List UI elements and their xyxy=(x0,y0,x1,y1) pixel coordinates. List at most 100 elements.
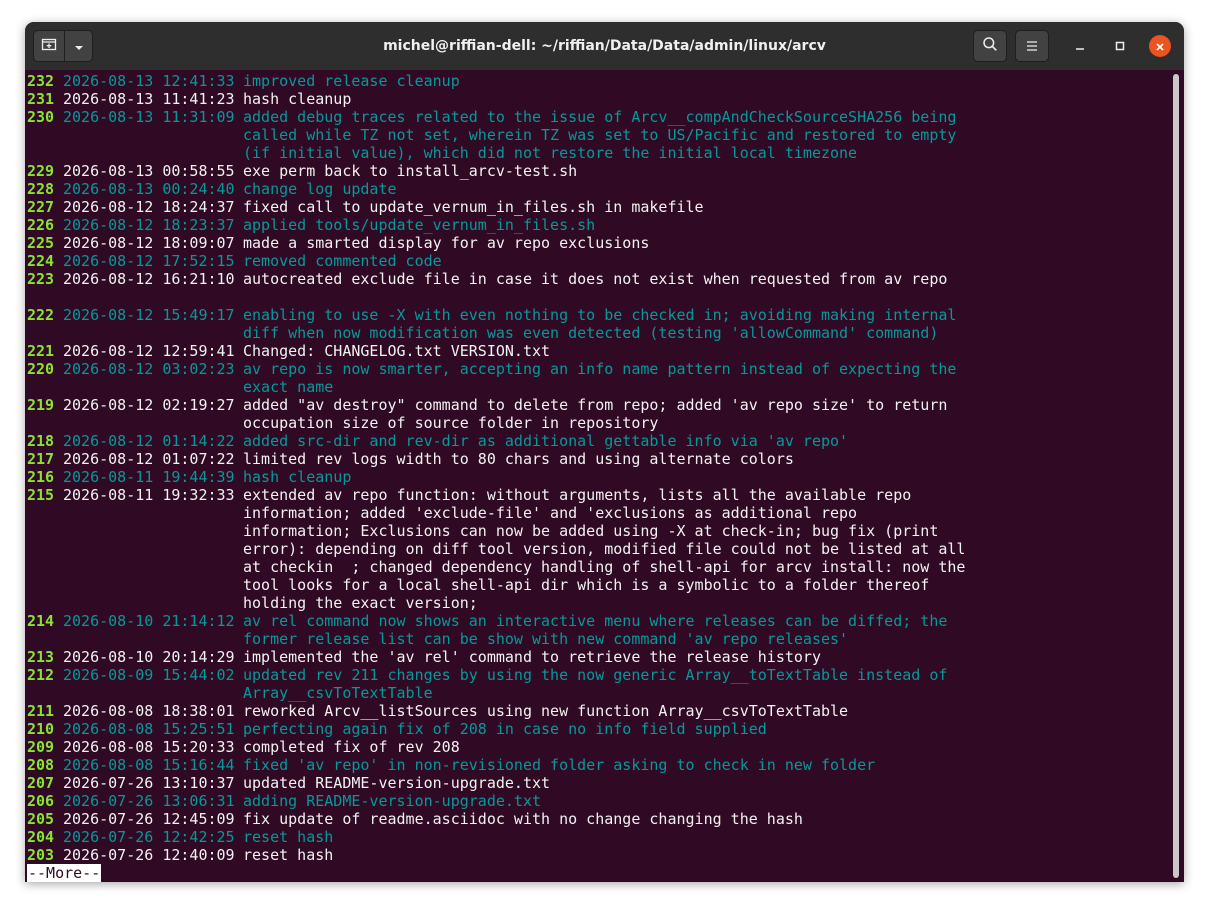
revision-date xyxy=(63,684,243,702)
revision-number: 213 xyxy=(27,648,55,666)
revision-message: added src-dir and rev-dir as additional … xyxy=(243,432,849,450)
revision-message: reworked Arcv__listSources using new fun… xyxy=(243,702,849,720)
revision-number xyxy=(27,630,63,648)
log-entry: 216 2026-08-11 19:44:39 hash cleanup xyxy=(27,468,1170,486)
revision-date: 2026-08-08 15:20:33 xyxy=(63,738,235,756)
revision-number: 225 xyxy=(27,234,55,252)
revision-number: 214 xyxy=(27,612,55,630)
terminal-output[interactable]: 232 2026-08-13 12:41:33 improved release c… xyxy=(25,70,1170,882)
log-entry: 210 2026-08-08 15:25:51 perfecting again f… xyxy=(27,720,1170,738)
revision-date: 2026-08-11 19:44:39 xyxy=(63,468,235,486)
chevron-down-icon xyxy=(73,37,85,56)
revision-number: 218 xyxy=(27,432,55,450)
revision-number: 227 xyxy=(27,198,55,216)
log-entry: 212 2026-08-09 15:44:02 updated rev 211 ch… xyxy=(27,666,1170,684)
revision-message: at checkin ; changed dependency handling… xyxy=(243,558,966,576)
tab-menu-dropdown-button[interactable] xyxy=(64,30,93,62)
revision-message: adding README-version-upgrade.txt xyxy=(243,792,542,810)
revision-message: error): depending on diff tool version, … xyxy=(243,540,966,558)
revision-date: 2026-08-08 15:25:51 xyxy=(63,720,235,738)
window-title: michel@riffian-dell: ~/riffian/Data/Data… xyxy=(383,38,826,54)
log-entry-continuation: information; Exclusions can now be added… xyxy=(27,522,1170,540)
revision-date: 2026-08-10 20:14:29 xyxy=(63,648,235,666)
revision-message: fixed 'av repo' in non-revisioned folder… xyxy=(243,756,876,774)
log-entry: 226 2026-08-12 18:23:37 applied tools/upda… xyxy=(27,216,1170,234)
maximize-icon xyxy=(1114,37,1126,56)
revision-number: 211 xyxy=(27,702,55,720)
scrollbar[interactable] xyxy=(1173,74,1179,878)
revision-message: change log update xyxy=(243,180,397,198)
revision-number: 215 xyxy=(27,486,55,504)
revision-message: made a smarted display for av repo exclu… xyxy=(243,234,650,252)
log-entry: 204 2026-07-26 12:42:25 reset hash xyxy=(27,828,1170,846)
revision-number xyxy=(27,504,63,522)
revision-number: 210 xyxy=(27,720,55,738)
revision-number: 212 xyxy=(27,666,55,684)
revision-message: enabling to use -X with even nothing to … xyxy=(243,306,957,324)
revision-date: 2026-08-12 01:07:22 xyxy=(63,450,235,468)
close-button[interactable] xyxy=(1149,35,1171,57)
revision-date xyxy=(63,540,243,558)
log-entry: 217 2026-08-12 01:07:22 limited rev logs w… xyxy=(27,450,1170,468)
revision-number: 226 xyxy=(27,216,55,234)
revision-date: 2026-08-12 16:21:10 xyxy=(63,270,235,288)
search-button[interactable] xyxy=(973,30,1007,62)
log-entry: 224 2026-08-12 17:52:15 removed commented … xyxy=(27,252,1170,270)
new-tab-button[interactable] xyxy=(33,30,65,62)
revision-message: (if initial value), which did not restor… xyxy=(243,144,858,162)
revision-date: 2026-08-13 12:41:33 xyxy=(63,72,235,90)
revision-date xyxy=(63,594,243,612)
log-entry: 208 2026-08-08 15:16:44 fixed 'av repo' in… xyxy=(27,756,1170,774)
revision-message: added debug traces related to the issue … xyxy=(243,108,957,126)
log-entry: 223 2026-08-12 16:21:10 autocreated exclud… xyxy=(27,270,1170,288)
revision-message: improved release cleanup xyxy=(243,72,460,90)
log-entry: 218 2026-08-12 01:14:22 added src-dir and … xyxy=(27,432,1170,450)
log-entry: 227 2026-08-12 18:24:37 fixed call to upda… xyxy=(27,198,1170,216)
revision-date: 2026-07-26 13:06:31 xyxy=(63,792,235,810)
revision-message: hash cleanup xyxy=(243,90,352,108)
revision-date: 2026-07-26 12:45:09 xyxy=(63,810,235,828)
revision-date xyxy=(63,378,243,396)
revision-date: 2026-08-12 17:52:15 xyxy=(63,252,235,270)
revision-date: 2026-08-13 00:24:40 xyxy=(63,180,235,198)
revision-date: 2026-08-12 02:19:27 xyxy=(63,396,235,414)
revision-number xyxy=(27,126,63,144)
minimize-button[interactable] xyxy=(1069,35,1091,57)
maximize-button[interactable] xyxy=(1109,35,1131,57)
log-entry-continuation: at checkin ; changed dependency handling… xyxy=(27,558,1170,576)
revision-date: 2026-07-26 13:10:37 xyxy=(63,774,235,792)
title-bar: michel@riffian-dell: ~/riffian/Data/Data… xyxy=(25,22,1184,70)
menu-button[interactable] xyxy=(1015,30,1049,62)
log-entry: 205 2026-07-26 12:45:09 fix update of read… xyxy=(27,810,1170,828)
revision-message: removed commented code xyxy=(243,252,442,270)
revision-number: 203 xyxy=(27,846,55,864)
revision-number: 224 xyxy=(27,252,55,270)
log-entry: 206 2026-07-26 13:06:31 adding README-vers… xyxy=(27,792,1170,810)
search-icon xyxy=(982,36,998,56)
log-entry: 211 2026-08-08 18:38:01 reworked Arcv__lis… xyxy=(27,702,1170,720)
revision-date xyxy=(63,504,243,522)
revision-date xyxy=(63,576,243,594)
log-entry: 207 2026-07-26 13:10:37 updated README-ver… xyxy=(27,774,1170,792)
revision-number: 205 xyxy=(27,810,55,828)
revision-message: perfecting again fix of 208 in case no i… xyxy=(243,720,767,738)
revision-date: 2026-08-12 01:14:22 xyxy=(63,432,235,450)
revision-message: exe perm back to install_arcv-test.sh xyxy=(243,162,578,180)
revision-number xyxy=(27,576,63,594)
revision-message: fix update of readme.asciidoc with no ch… xyxy=(243,810,803,828)
revision-number xyxy=(27,522,63,540)
revision-number: 216 xyxy=(27,468,55,486)
revision-date xyxy=(63,324,243,342)
revision-number xyxy=(27,378,63,396)
log-entry-continuation: (if initial value), which did not restor… xyxy=(27,144,1170,162)
revision-number xyxy=(27,144,63,162)
revision-message: tool looks for a local shell-api dir whi… xyxy=(243,576,930,594)
revision-date: 2026-08-12 12:59:41 xyxy=(63,342,235,360)
revision-date: 2026-07-26 12:42:25 xyxy=(63,828,235,846)
revision-number: 207 xyxy=(27,774,55,792)
revision-message: updated README-version-upgrade.txt xyxy=(243,774,551,792)
revision-date: 2026-08-08 15:16:44 xyxy=(63,756,235,774)
revision-date xyxy=(63,144,243,162)
revision-number: 220 xyxy=(27,360,55,378)
log-entry-continuation: error): depending on diff tool version, … xyxy=(27,540,1170,558)
